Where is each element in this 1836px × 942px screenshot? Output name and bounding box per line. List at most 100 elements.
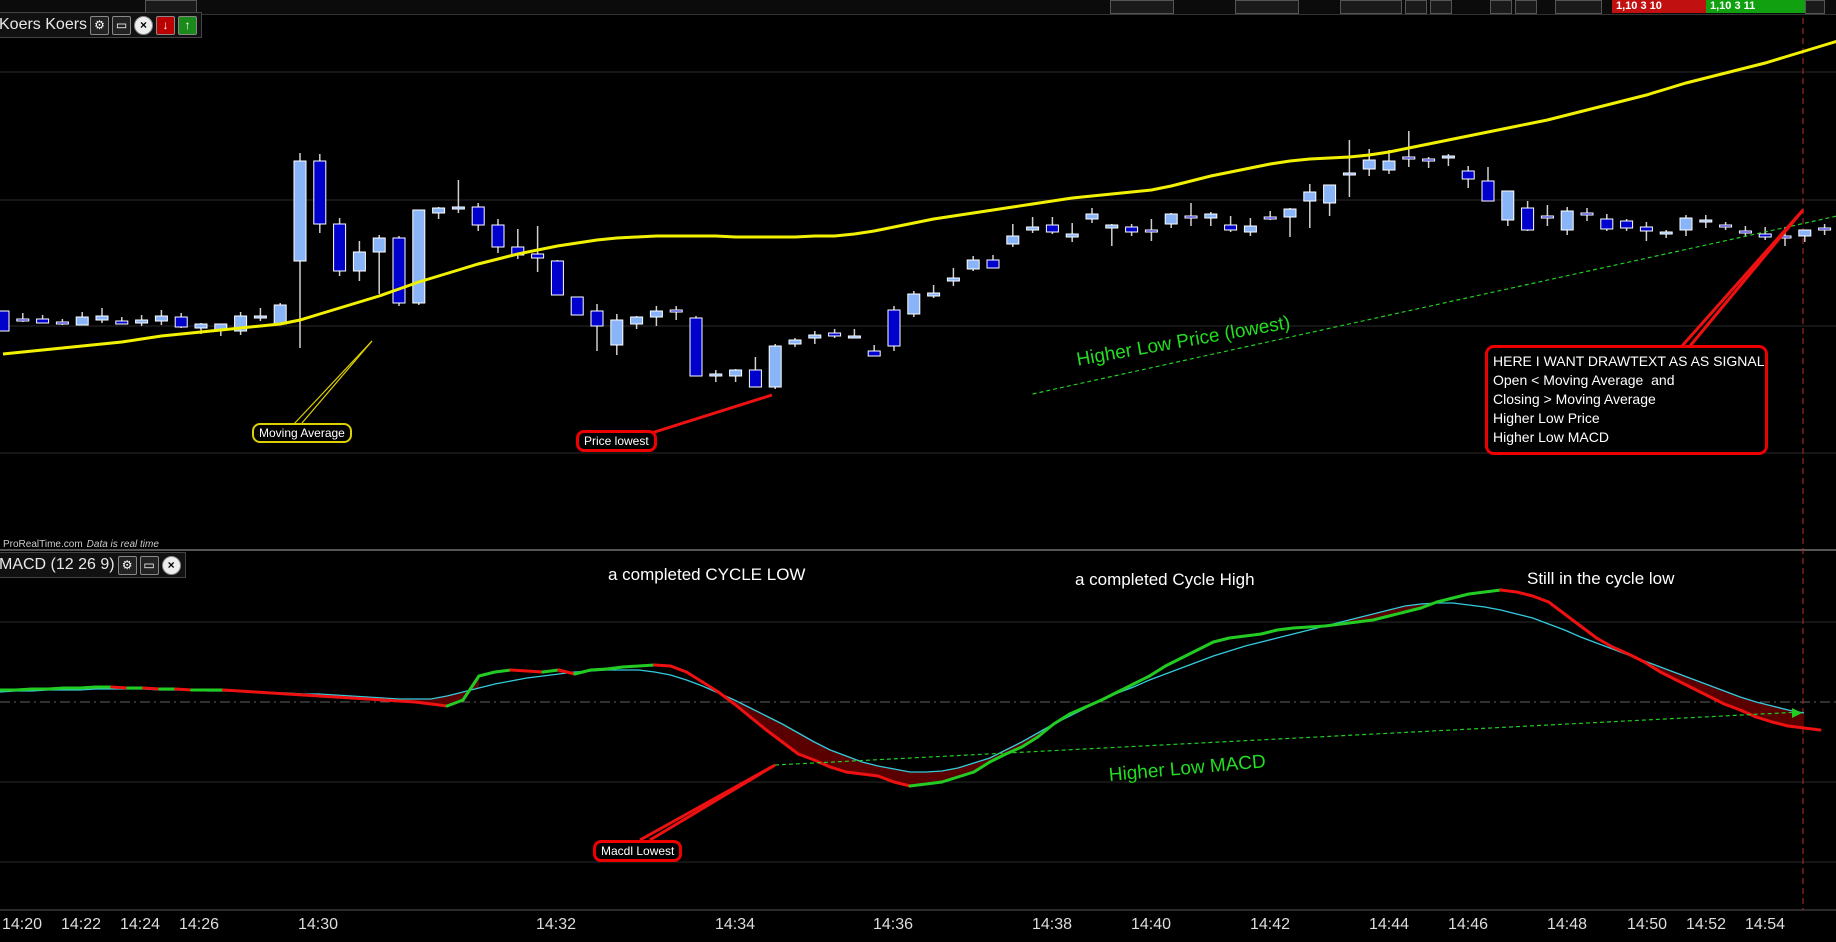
candle-body <box>966 259 980 270</box>
macd-line-segment <box>1435 596 1455 604</box>
candle-body <box>590 310 604 327</box>
candle-body <box>729 369 743 377</box>
candle-body <box>135 319 149 324</box>
candle-body <box>115 320 129 325</box>
x-tick: 14:38 <box>1031 916 1073 933</box>
candle-body <box>1283 208 1297 218</box>
candle-body <box>1125 226 1139 233</box>
close-icon[interactable]: × <box>134 15 154 35</box>
macd-line-segment <box>429 702 449 708</box>
candle-body <box>630 316 644 325</box>
x-tick: 14:24 <box>119 916 161 933</box>
candle-body <box>828 332 842 337</box>
macd-line-segment <box>253 690 273 695</box>
macd-line-segment <box>269 691 289 696</box>
macd-line-segment <box>1227 634 1247 640</box>
macd-line-segment <box>1163 656 1183 668</box>
candle-body <box>1026 226 1040 231</box>
x-tick: 14:34 <box>714 916 756 933</box>
macd-line-segment <box>1052 712 1072 726</box>
candle-body <box>1362 159 1376 170</box>
macd-line-segment <box>1275 626 1295 632</box>
candle-body <box>273 304 287 325</box>
macd-line-segment <box>1802 726 1822 732</box>
window-icon[interactable]: ▭ <box>139 555 159 575</box>
macd-line-segment <box>1339 620 1359 626</box>
macd-line-segment <box>142 686 162 691</box>
candle-body <box>1639 226 1653 232</box>
candle-body <box>174 316 188 328</box>
macd-line-segment <box>174 687 194 692</box>
macd-panel-title[interactable]: MACD (12 26 9) ⚙ ▭ × <box>0 552 186 578</box>
candle-body <box>1105 224 1119 229</box>
x-tick: 14:50 <box>1626 916 1668 933</box>
candle-body <box>1402 156 1416 160</box>
arrow-down-icon[interactable]: ↓ <box>156 15 176 35</box>
candle-body <box>946 277 960 282</box>
cycle-low-label: a completed CYCLE LOW <box>608 565 806 584</box>
candle-body <box>1818 227 1832 231</box>
moving-average-pointer <box>292 340 373 426</box>
candle-body <box>649 310 663 318</box>
candle-body <box>1224 224 1238 231</box>
macd-line-segment <box>908 782 928 788</box>
candle-body <box>1521 207 1535 231</box>
candle-body <box>36 318 50 324</box>
macd-line-segment <box>1563 612 1583 628</box>
macd-line-segment <box>860 772 880 778</box>
signal-line-2: Open < Moving Average and <box>1493 372 1675 388</box>
macd-line-segment <box>1515 590 1535 598</box>
arrow-up-icon[interactable]: ↑ <box>178 15 198 35</box>
candle-body <box>1422 158 1436 162</box>
macd-line-segment <box>333 695 353 700</box>
window-icon[interactable]: ▭ <box>112 15 132 35</box>
macd-line-segment <box>237 689 257 694</box>
candle-body <box>907 293 921 315</box>
wrench-icon[interactable]: ⚙ <box>117 555 137 575</box>
macd-line-segment <box>1786 724 1806 730</box>
candle-body <box>1600 218 1614 230</box>
candle-body <box>1045 224 1059 233</box>
candle-body <box>194 323 208 329</box>
candle-body <box>253 315 267 319</box>
candle-body <box>689 317 703 377</box>
candle-body <box>1441 155 1455 159</box>
macd-line-segment <box>1243 632 1263 638</box>
close-icon[interactable]: × <box>161 555 181 575</box>
candle-body <box>1758 233 1772 238</box>
macd-line-segment <box>541 668 561 674</box>
candle-body <box>1560 210 1574 231</box>
candle-body <box>432 207 446 214</box>
macd-line-segment <box>397 699 417 704</box>
candle-body <box>451 206 465 210</box>
candle-body <box>748 369 762 388</box>
candle-body <box>570 296 584 316</box>
x-tick: 14:46 <box>1447 916 1489 933</box>
macd-line-segment <box>78 685 98 690</box>
candle-body <box>154 315 168 322</box>
macd-line-segment <box>509 668 529 673</box>
macd-line-segment <box>493 668 513 674</box>
candle-body <box>1620 220 1634 229</box>
macd-line-segment <box>110 685 130 690</box>
realtime-status: Data is real time <box>86 539 159 550</box>
price-lowest-pointer <box>641 393 773 438</box>
candle-body <box>491 224 505 248</box>
candle-body <box>531 253 545 259</box>
price-panel-title[interactable]: Koers Koers ⚙ ▭ × ↓ ↑ <box>0 12 203 38</box>
candle-body <box>1738 230 1752 234</box>
x-tick: 14:26 <box>178 916 220 933</box>
wrench-icon[interactable]: ⚙ <box>90 15 110 35</box>
macd-line-segment <box>285 692 305 697</box>
still-cycle-low-label: Still in the cycle low <box>1527 569 1675 588</box>
candle-body <box>1243 225 1257 233</box>
candle-body <box>293 160 307 262</box>
macd-line-segment <box>1307 624 1327 629</box>
candle-body <box>1323 184 1337 204</box>
macd-line-segment <box>924 780 944 786</box>
macd-line-segment <box>381 698 401 703</box>
x-tick: 14:22 <box>60 916 102 933</box>
moving-average-pointer <box>301 340 373 424</box>
candle-body <box>471 206 485 226</box>
candle-body <box>95 315 109 321</box>
